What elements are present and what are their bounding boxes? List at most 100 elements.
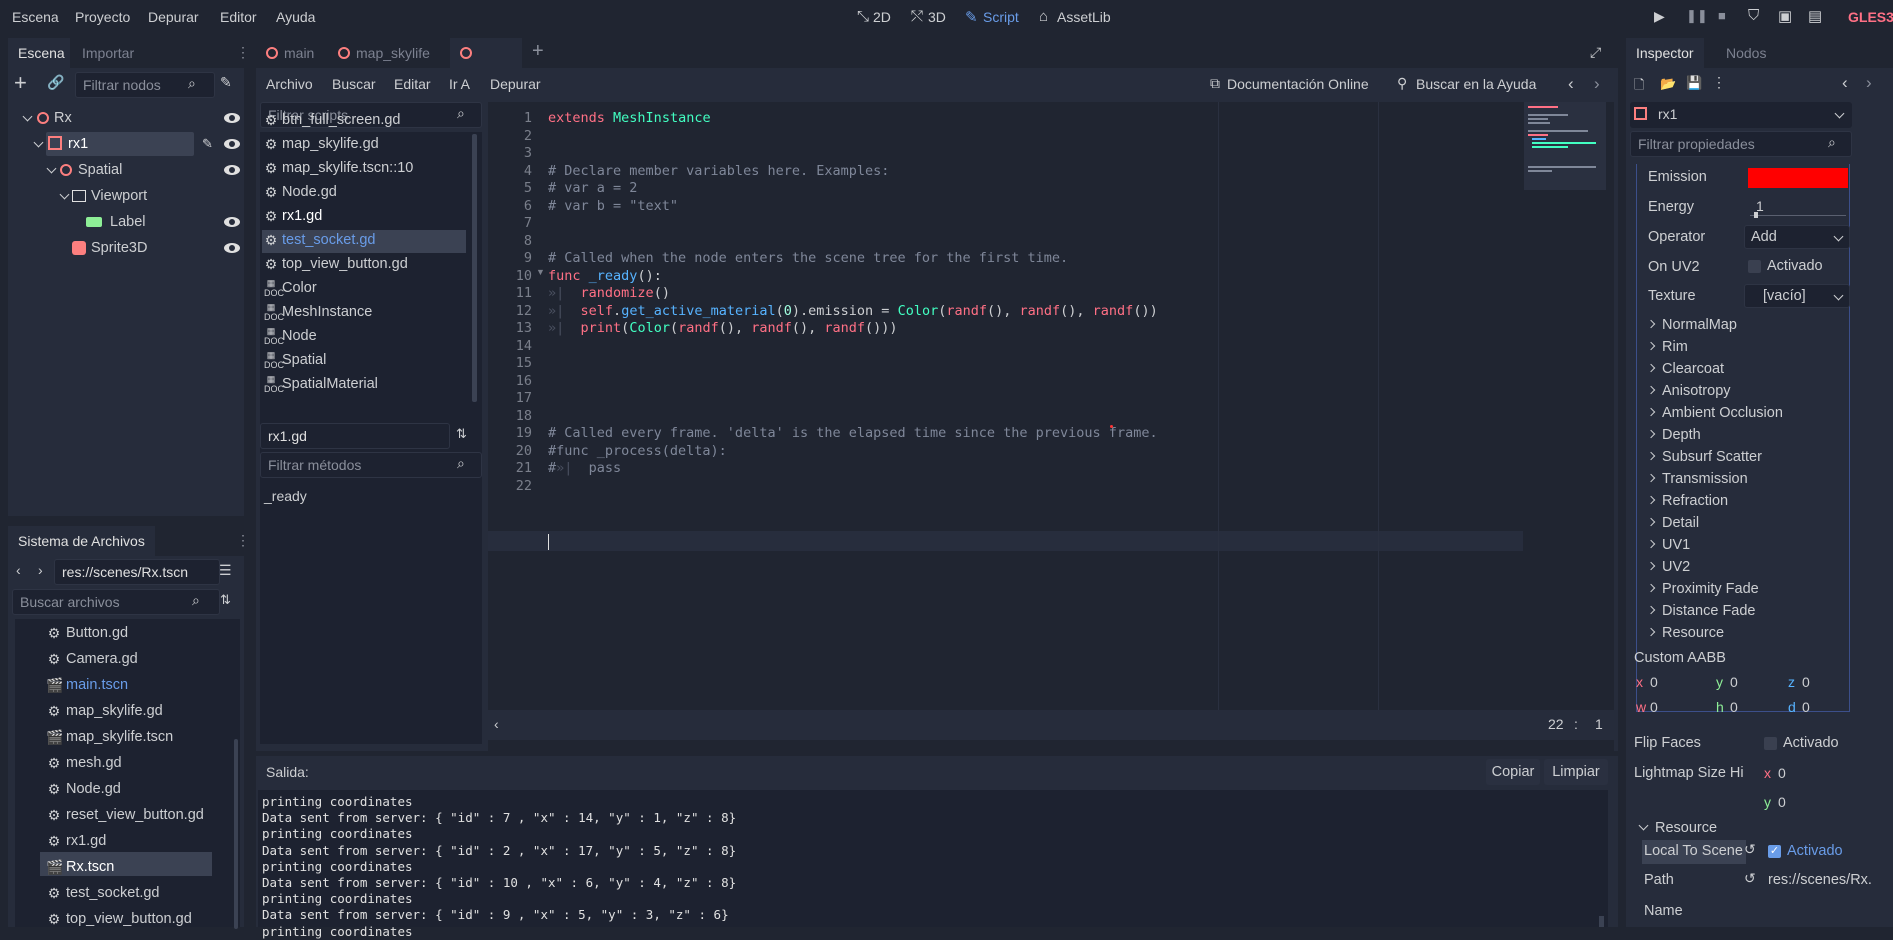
stop-icon[interactable]: ■ xyxy=(1718,8,1726,23)
file-search-input[interactable]: Buscar archivos xyxy=(12,589,220,615)
inspector-section[interactable]: Detail xyxy=(1646,512,1699,534)
tab-nodes[interactable]: Nodos xyxy=(1716,38,1776,68)
energy-slider-grabber[interactable] xyxy=(1754,212,1758,218)
revert-icon[interactable]: ↺ xyxy=(1744,870,1756,887)
fullscreen-icon[interactable]: ⤢ xyxy=(1590,44,1601,61)
dock-menu-icon[interactable]: ⋮ xyxy=(236,44,250,61)
menu-depurar-script[interactable]: Depurar xyxy=(490,76,541,92)
script-list-item[interactable]: ▦ DOC SpatialMaterial xyxy=(264,373,464,395)
tab-filesystem[interactable]: Sistema de Archivos xyxy=(8,526,155,556)
script-list-item[interactable]: ⚙ test_socket.gd xyxy=(264,229,464,251)
file-item[interactable]: ⚙ Node.gd xyxy=(46,778,236,800)
scrollbar[interactable] xyxy=(472,134,477,402)
lightmap-x[interactable]: 0 xyxy=(1778,765,1786,781)
script-list-item[interactable]: ⚙ map_skylife.gd xyxy=(264,133,464,155)
menu-ir-a[interactable]: Ir A xyxy=(449,76,470,92)
object-selector[interactable]: rx1 xyxy=(1630,102,1852,128)
menu-escena[interactable]: Escena xyxy=(12,9,59,25)
menu-depurar[interactable]: Depurar xyxy=(148,9,199,25)
menu-buscar[interactable]: Buscar xyxy=(332,76,376,92)
dock-menu-icon[interactable]: ⋮ xyxy=(236,532,250,549)
minimap[interactable] xyxy=(1524,102,1606,190)
sort-icon[interactable]: ⇅ xyxy=(456,426,467,442)
lightmap-y[interactable]: 0 xyxy=(1778,794,1786,810)
script-list-item[interactable]: ⚙ rx1.gd xyxy=(264,205,464,227)
tree-item-spatial[interactable]: Spatial xyxy=(16,159,241,181)
inspector-section[interactable]: Depth xyxy=(1646,424,1701,446)
energy-slider[interactable] xyxy=(1750,215,1846,216)
menu-archivo[interactable]: Archivo xyxy=(266,76,313,92)
workspace-assetlib[interactable]: AssetLib xyxy=(1057,9,1111,25)
play-custom-scene-icon[interactable]: ▣ xyxy=(1778,7,1792,25)
inspector-section[interactable]: Proximity Fade xyxy=(1646,578,1759,600)
inspector-section[interactable]: Clearcoat xyxy=(1646,358,1724,380)
save-icon[interactable]: 💾 xyxy=(1686,75,1702,91)
script-list-item[interactable]: ▦ DOC MeshInstance xyxy=(264,301,464,323)
fold-arrow-icon[interactable]: ▼ xyxy=(536,267,545,277)
path-field[interactable]: res://scenes/Rx.tscn xyxy=(54,559,220,585)
script-list-item[interactable]: ⚙ top_view_button.gd xyxy=(264,253,464,275)
file-item[interactable]: ⚙ reset_view_button.gd xyxy=(46,804,236,826)
inspector-section[interactable]: Ambient Occlusion xyxy=(1646,402,1783,424)
file-item[interactable]: 🎬 Rx.tscn xyxy=(46,856,236,878)
next-script-icon[interactable]: › xyxy=(1594,74,1600,94)
add-tab-icon[interactable]: + xyxy=(532,40,544,63)
open-folder-icon[interactable]: 📂 xyxy=(1660,76,1676,92)
file-item[interactable]: 🎬 map_skylife.tscn xyxy=(46,726,236,748)
aabb-x[interactable]: 0 xyxy=(1650,674,1658,690)
scrollbar[interactable] xyxy=(1599,916,1604,927)
revert-icon[interactable]: ↺ xyxy=(1744,841,1756,858)
file-item[interactable]: 🎬 main.tscn xyxy=(46,674,236,696)
clear-button[interactable]: Limpiar xyxy=(1544,759,1608,785)
online-docs-link[interactable]: Documentación Online xyxy=(1227,76,1369,92)
scene-tab-map-skylife[interactable]: map_skylife xyxy=(328,38,448,68)
tab-scene[interactable]: Escena xyxy=(8,38,70,68)
tree-item-rx[interactable]: Rx xyxy=(16,107,241,129)
script-attach-icon[interactable]: ✎ xyxy=(220,74,232,91)
visibility-eye-icon[interactable] xyxy=(224,113,240,123)
tree-item-rx1[interactable]: rx1 ✎ xyxy=(16,132,241,156)
pause-icon[interactable]: ❚❚ xyxy=(1686,8,1708,24)
workspace-2d[interactable]: 2D xyxy=(873,9,891,25)
play-scene-icon[interactable]: ⛉ xyxy=(1748,7,1759,24)
visibility-eye-icon[interactable] xyxy=(224,217,240,227)
method-filter-input[interactable]: Filtrar métodos xyxy=(260,452,482,478)
history-forward-icon[interactable]: › xyxy=(1866,73,1872,93)
flip-faces-checkbox[interactable]: Activado xyxy=(1764,735,1839,751)
inspector-section[interactable]: Distance Fade xyxy=(1646,600,1756,622)
onuv2-checkbox[interactable]: Activado xyxy=(1748,258,1823,274)
inspector-section[interactable]: Rim xyxy=(1646,336,1688,358)
visibility-eye-icon[interactable] xyxy=(224,165,240,175)
script-list-item[interactable]: ▦ DOC Node xyxy=(264,325,464,347)
file-item[interactable]: ⚙ rx1.gd xyxy=(46,830,236,852)
tree-item-viewport[interactable]: Viewport xyxy=(16,185,241,207)
inspector-section[interactable]: Subsurf Scatter xyxy=(1646,446,1762,468)
script-icon[interactable]: ✎ xyxy=(202,133,213,155)
file-item[interactable]: ⚙ test_socket.gd xyxy=(46,882,236,904)
collapse-icon[interactable]: ‹ xyxy=(494,716,499,732)
inspector-section[interactable]: Refraction xyxy=(1646,490,1728,512)
menu-editar[interactable]: Editar xyxy=(394,76,431,92)
tab-inspector[interactable]: Inspector xyxy=(1626,38,1704,68)
emission-color-swatch[interactable] xyxy=(1748,168,1848,188)
visibility-eye-icon[interactable] xyxy=(224,243,240,253)
script-list-item[interactable]: ⚙ Node.gd xyxy=(264,181,464,203)
property-filter-input[interactable]: Filtrar propiedades xyxy=(1630,131,1852,157)
history-back-icon[interactable]: ‹ xyxy=(1842,73,1848,93)
movie-icon[interactable]: ▤ xyxy=(1808,7,1822,25)
link-icon[interactable]: 🔗 xyxy=(47,74,64,91)
aabb-d[interactable]: 0 xyxy=(1802,699,1810,715)
inspector-section[interactable]: NormalMap xyxy=(1646,314,1737,336)
operator-dropdown[interactable]: Add xyxy=(1744,225,1850,249)
menu-editor[interactable]: Editor xyxy=(220,9,257,25)
path-field[interactable]: res://scenes/Rx. xyxy=(1768,872,1872,888)
add-node-icon[interactable]: + xyxy=(14,72,27,94)
resource-section-header[interactable]: Resource xyxy=(1638,817,1717,839)
visibility-eye-icon[interactable] xyxy=(224,139,240,149)
inspector-section[interactable]: UV2 xyxy=(1646,556,1690,578)
prev-script-icon[interactable]: ‹ xyxy=(1568,74,1574,94)
script-list-item[interactable]: ⚙ btn_full_screen.gd xyxy=(264,109,464,131)
aabb-w[interactable]: 0 xyxy=(1650,699,1658,715)
aabb-z[interactable]: 0 xyxy=(1802,674,1810,690)
new-resource-icon[interactable]: 🗋 xyxy=(1634,76,1644,98)
